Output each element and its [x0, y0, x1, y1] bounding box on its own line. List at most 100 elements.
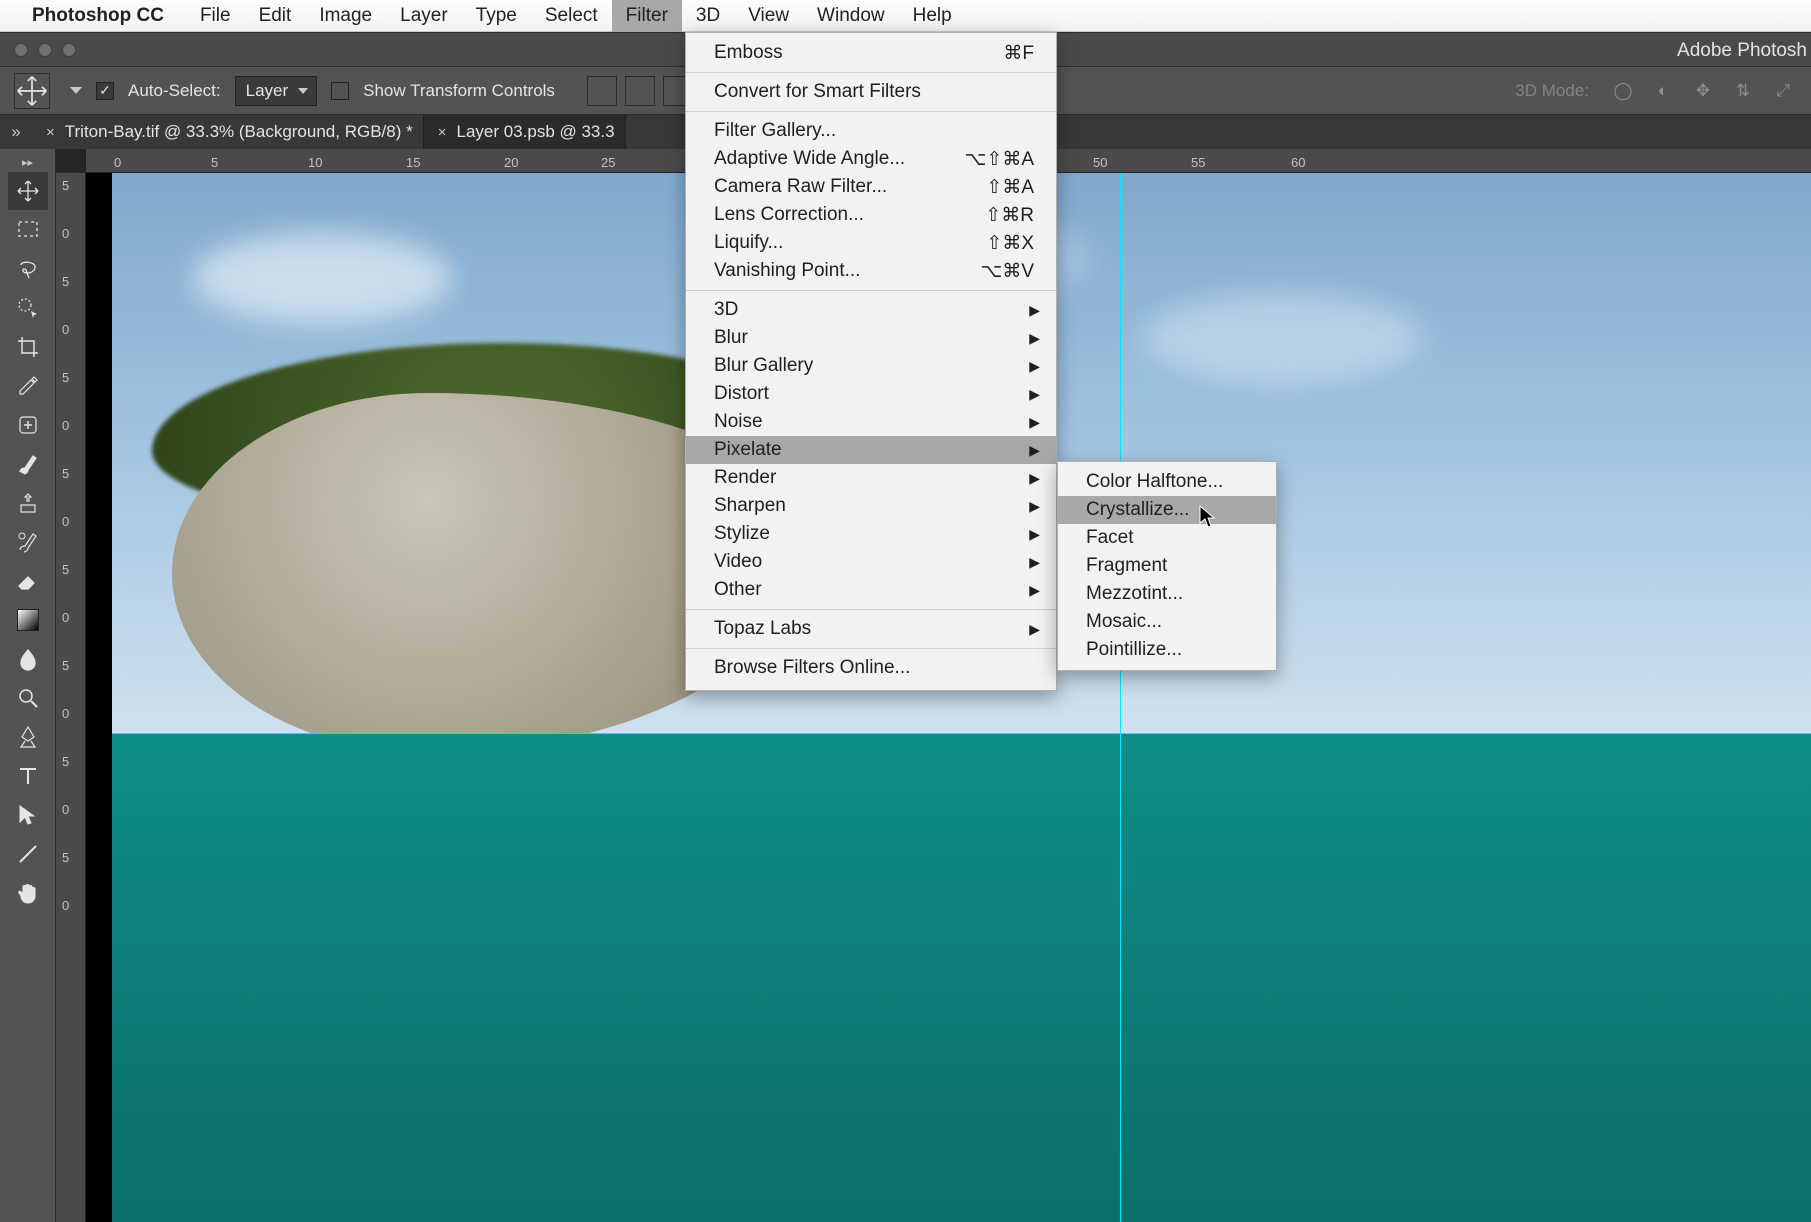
path-select-tool[interactable] — [8, 796, 48, 834]
ruler-tick: 5 — [211, 155, 218, 170]
line-tool[interactable] — [8, 835, 48, 873]
menu-item-label: Stylize — [714, 523, 770, 545]
menu-item-label: Other — [714, 579, 762, 601]
pixelate-submenu-item[interactable]: Mezzotint... — [1058, 580, 1276, 608]
document-tab[interactable]: ×Triton-Bay.tif @ 33.3% (Background, RGB… — [32, 115, 424, 149]
filter-menu-item[interactable]: Sharpen▶ — [686, 492, 1056, 520]
submenu-arrow-icon: ▶ — [1029, 582, 1040, 599]
pixelate-submenu-item[interactable]: Pointillize... — [1058, 636, 1276, 664]
filter-menu-item[interactable]: Noise▶ — [686, 408, 1056, 436]
filter-menu-item[interactable]: Emboss⌘F — [686, 39, 1056, 67]
filter-menu-item[interactable]: Filter Gallery... — [686, 117, 1056, 145]
auto-select-checkbox[interactable]: ✓ — [96, 82, 114, 100]
menu-edit[interactable]: Edit — [245, 0, 306, 32]
vertical-guide[interactable] — [1120, 173, 1121, 1222]
pen-tool[interactable] — [8, 718, 48, 756]
heal-tool[interactable] — [8, 406, 48, 444]
menu-item-label: Blur — [714, 327, 748, 349]
close-window-button[interactable] — [14, 43, 28, 57]
clone-stamp-tool[interactable] — [8, 484, 48, 522]
filter-menu-item[interactable]: Blur Gallery▶ — [686, 352, 1056, 380]
submenu-arrow-icon: ▶ — [1029, 302, 1040, 319]
menu-type[interactable]: Type — [462, 0, 531, 32]
align-center-h-button[interactable] — [625, 76, 655, 106]
filter-menu-item[interactable]: Lens Correction...⇧⌘R — [686, 201, 1056, 229]
auto-select-target-select[interactable]: Layer — [235, 76, 318, 106]
submenu-arrow-icon: ▶ — [1029, 386, 1040, 403]
chevron-down-icon[interactable] — [70, 87, 82, 94]
roll-3d-icon[interactable]: ◐ — [1649, 77, 1677, 105]
quick-select-tool[interactable] — [8, 289, 48, 327]
menu-item-label: Convert for Smart Filters — [714, 81, 921, 103]
close-tab-icon[interactable]: × — [46, 124, 55, 141]
filter-menu-item[interactable]: Pixelate▶ — [686, 436, 1056, 464]
scale-3d-icon[interactable]: ⤢ — [1769, 77, 1797, 105]
ruler-tick: 55 — [1191, 155, 1205, 170]
menu-item-shortcut: ⇧⌘X — [946, 232, 1034, 255]
expand-tabs-icon[interactable]: » — [0, 115, 32, 149]
pixelate-submenu-item[interactable]: Crystallize... — [1058, 496, 1276, 524]
menu-window[interactable]: Window — [803, 0, 899, 32]
horizontal-guide[interactable] — [112, 733, 1811, 734]
filter-menu-item[interactable]: Adaptive Wide Angle...⌥⇧⌘A — [686, 145, 1056, 173]
filter-menu-item[interactable]: 3D▶ — [686, 296, 1056, 324]
filter-menu-item[interactable]: Distort▶ — [686, 380, 1056, 408]
pixelate-submenu: Color Halftone... Crystallize...FacetFrag… — [1057, 461, 1277, 671]
filter-menu-item[interactable]: Render▶ — [686, 464, 1056, 492]
filter-menu-item[interactable]: Convert for Smart Filters — [686, 78, 1056, 106]
crop-tool[interactable] — [8, 328, 48, 366]
filter-menu-item[interactable]: Browse Filters Online... — [686, 654, 1056, 682]
menu-item-label: Pixelate — [714, 439, 782, 461]
filter-menu-item[interactable]: Blur▶ — [686, 324, 1056, 352]
pixelate-submenu-item[interactable]: Fragment — [1058, 552, 1276, 580]
ruler-tick: 5 — [62, 274, 69, 289]
filter-menu-item[interactable]: Other ▶ — [686, 576, 1056, 604]
filter-menu-item[interactable]: Video▶ — [686, 548, 1056, 576]
filter-menu-item[interactable]: Liquify...⇧⌘X — [686, 229, 1056, 257]
orbit-3d-icon[interactable]: ◯ — [1609, 77, 1637, 105]
menu-view[interactable]: View — [734, 0, 803, 32]
eraser-tool[interactable] — [8, 562, 48, 600]
menu-help[interactable]: Help — [899, 0, 966, 32]
lasso-tool[interactable] — [8, 250, 48, 288]
menu-item-label: Color Halftone... — [1086, 471, 1223, 493]
menu-file[interactable]: File — [186, 0, 245, 32]
filter-menu-item[interactable]: Vanishing Point...⌥⌘V — [686, 257, 1056, 285]
hand-tool[interactable] — [8, 874, 48, 912]
menu-image[interactable]: Image — [305, 0, 386, 32]
menu-item-label: Mosaic... — [1086, 611, 1162, 633]
pixelate-submenu-item[interactable]: Mosaic... — [1058, 608, 1276, 636]
tool-preset-picker[interactable] — [14, 73, 50, 109]
menu-3d[interactable]: 3D — [682, 0, 734, 32]
gradient-tool[interactable] — [8, 601, 48, 639]
brush-tool[interactable] — [8, 445, 48, 483]
history-brush-tool[interactable] — [8, 523, 48, 561]
vertical-ruler[interactable]: 5050505050505050 — [56, 173, 86, 1222]
show-transform-checkbox[interactable] — [331, 82, 349, 100]
pan-3d-icon[interactable]: ✥ — [1689, 77, 1717, 105]
pixelate-submenu-item[interactable]: Color Halftone... — [1058, 468, 1276, 496]
dodge-tool[interactable] — [8, 679, 48, 717]
type-tool[interactable] — [8, 757, 48, 795]
filter-menu-item[interactable]: Stylize ▶ — [686, 520, 1056, 548]
rect-marquee-tool[interactable] — [8, 211, 48, 249]
blur-tool[interactable] — [8, 640, 48, 678]
align-left-button[interactable] — [587, 76, 617, 106]
move-tool[interactable] — [8, 172, 48, 210]
filter-menu-item[interactable]: Camera Raw Filter...⇧⌘A — [686, 173, 1056, 201]
close-tab-icon[interactable]: × — [438, 124, 447, 141]
expand-toolbox-icon[interactable]: ▸▸ — [0, 153, 55, 171]
menu-layer[interactable]: Layer — [386, 0, 462, 32]
pixelate-submenu-item[interactable]: Facet — [1058, 524, 1276, 552]
app-name[interactable]: Photoshop CC — [32, 5, 164, 27]
slide-3d-icon[interactable]: ⇅ — [1729, 77, 1757, 105]
document-tab-label: Layer 03.psb @ 33.3 — [456, 122, 614, 142]
zoom-window-button[interactable] — [62, 43, 76, 57]
menu-select[interactable]: Select — [531, 0, 612, 32]
minimize-window-button[interactable] — [38, 43, 52, 57]
filter-menu-item[interactable]: Topaz Labs▶ — [686, 615, 1056, 643]
submenu-arrow-icon: ▶ — [1029, 526, 1040, 543]
eyedropper-tool[interactable] — [8, 367, 48, 405]
menu-filter[interactable]: Filter — [612, 0, 682, 32]
document-tab[interactable]: × Layer 03.psb @ 33.3 — [424, 115, 626, 149]
